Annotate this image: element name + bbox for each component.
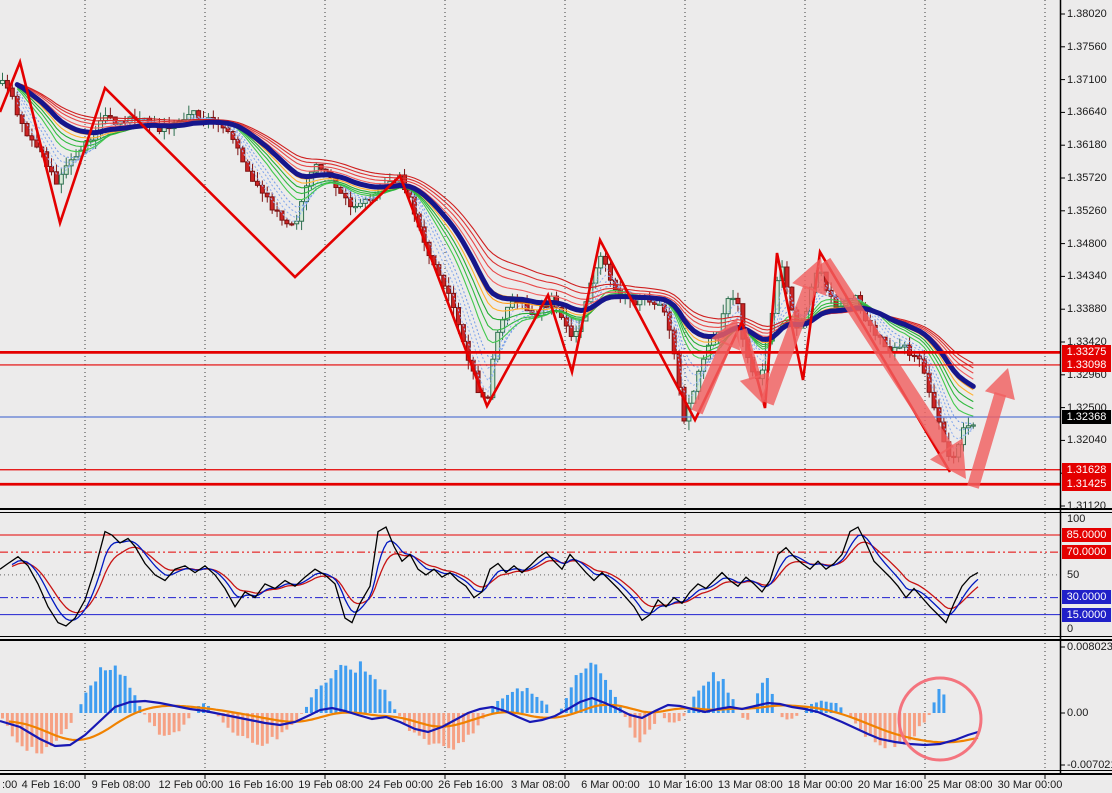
- panel-separator: [0, 772, 1112, 775]
- price-tick-label: 1.36180: [1067, 139, 1107, 152]
- panel-separator: [0, 636, 1112, 637]
- oscillator-main-line[interactable]: [0, 526, 979, 627]
- main-price-panel[interactable]: [0, 0, 1060, 507]
- oscillator-overbought-label: 85.0000: [1062, 528, 1111, 542]
- time-axis-label: 9 Feb 08:00: [91, 779, 151, 791]
- price-tick-label: 1.31120: [1067, 500, 1106, 512]
- oscillator-oversold-label: 15.0000: [1062, 608, 1111, 622]
- price-tick-label: 1.38020: [1067, 8, 1107, 20]
- panel-separator[interactable]: [0, 508, 1112, 510]
- macd-tick-label: 0.00: [1067, 707, 1089, 719]
- time-axis-label: 26 Feb 16:00: [438, 779, 503, 791]
- support-level-label: 1.31628: [1062, 463, 1111, 477]
- price-tick-label: 1.35260: [1067, 204, 1107, 217]
- time-axis-label: 13 Mar 08:00: [717, 779, 783, 791]
- price-tick-label: 1.33880: [1067, 303, 1107, 316]
- time-axis-label: 19 Feb 08:00: [298, 779, 364, 791]
- trend-arrow-head: [984, 368, 1015, 401]
- support-level-label: 1.31425: [1062, 477, 1111, 491]
- panel-separator: [0, 511, 1112, 513]
- price-tick-label: 1.36640: [1067, 106, 1107, 119]
- time-axis-label: 12 Feb 00:00: [158, 779, 224, 791]
- time-axis-label: 25 Mar 08:00: [927, 779, 993, 791]
- time-axis-label: 10 Mar 16:00: [647, 779, 713, 791]
- oscillator-tick-label: 0: [1067, 623, 1074, 635]
- panel-separator[interactable]: [0, 639, 1112, 641]
- macd-tick-label: 0.0080237: [1067, 641, 1112, 653]
- current-price-label: 1.32368: [1062, 410, 1111, 424]
- price-tick-label: 1.34340: [1067, 270, 1107, 283]
- time-axis-label: 4 Feb 16:00: [21, 779, 81, 791]
- price-tick-label: 1.37560: [1067, 40, 1107, 53]
- oscillator-tick-label: 50: [1067, 569, 1080, 581]
- trend-arrow[interactable]: [817, 257, 954, 455]
- chart-canvas[interactable]: [0, 0, 1112, 793]
- price-tick-label: 1.35720: [1067, 172, 1107, 184]
- oscillator-overbought-label: 70.0000: [1062, 545, 1111, 559]
- resistance-level-label: 1.33098: [1062, 358, 1111, 372]
- oscillator-oversold-label: 30.0000: [1062, 590, 1111, 604]
- time-axis-label: 18 Mar 00:00: [787, 779, 853, 791]
- price-tick-label: 1.32040: [1067, 434, 1107, 447]
- time-axis-label: 6 Mar 00:00: [581, 779, 640, 791]
- oscillator-signal1-line: [11, 534, 979, 621]
- time-axis-label: 16 Feb 16:00: [228, 779, 294, 791]
- panel-separator: [0, 769, 1112, 771]
- price-tick-label: 1.34800: [1067, 237, 1107, 250]
- oscillator-tick-label: 100: [1067, 513, 1086, 525]
- oscillator-panel[interactable]: [0, 513, 1060, 636]
- time-axis-label: :00: [2, 779, 18, 791]
- time-axis-label: 30 Mar 00:00: [997, 779, 1063, 791]
- macd-tick-label: -0.0070211: [1067, 759, 1112, 771]
- resistance-level-label: 1.33275: [1062, 345, 1111, 359]
- macd-panel[interactable]: [0, 643, 1046, 769]
- time-axis-label: 20 Mar 16:00: [857, 779, 923, 791]
- trend-arrow[interactable]: [967, 392, 1007, 489]
- time-axis-label: 24 Feb 00:00: [368, 779, 434, 791]
- time-axis-label: 3 Mar 08:00: [511, 779, 570, 791]
- price-tick-label: 1.37100: [1067, 73, 1107, 86]
- oscillator-signal2-line: [11, 541, 979, 614]
- trading-chart-window: 1.311201.315801.320401.325001.329601.334…: [0, 0, 1112, 793]
